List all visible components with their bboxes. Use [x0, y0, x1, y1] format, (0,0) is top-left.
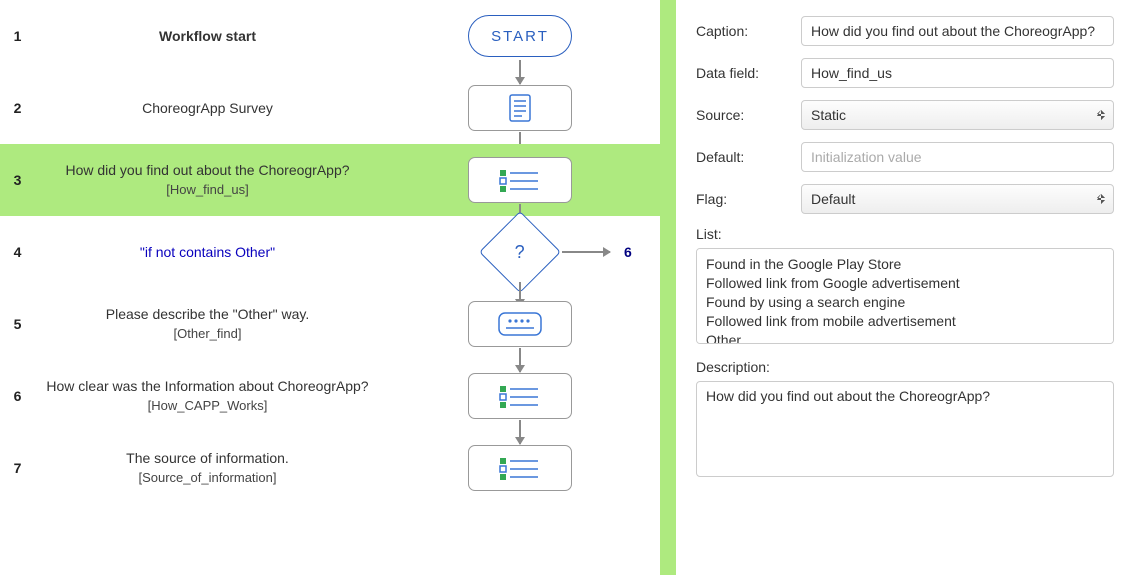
flow-row[interactable]: 4"if not contains Other"6? — [0, 216, 660, 288]
text-input-icon — [498, 312, 542, 336]
node-column — [380, 85, 660, 131]
row-number: 6 — [0, 388, 35, 404]
node-column — [380, 157, 660, 203]
row-number: 4 — [0, 244, 35, 260]
data-field-input[interactable] — [801, 58, 1114, 88]
flag-select[interactable]: Default — [801, 184, 1114, 214]
default-input[interactable] — [801, 142, 1114, 172]
decision-node[interactable]: ? — [479, 211, 561, 293]
list-icon — [498, 384, 542, 408]
flow-row[interactable]: 5Please describe the "Other" way.[Other_… — [0, 288, 660, 360]
source-select[interactable]: Static — [801, 100, 1114, 130]
row-number: 3 — [0, 172, 35, 188]
default-label: Default: — [696, 149, 801, 165]
list-node[interactable] — [468, 445, 572, 491]
list-icon — [498, 168, 542, 192]
row-label: "if not contains Other" — [35, 243, 380, 262]
row-label: How clear was the Information about Chor… — [35, 377, 380, 415]
text-node[interactable] — [468, 301, 572, 347]
list-node[interactable] — [468, 373, 572, 419]
list-icon — [498, 456, 542, 480]
caption-label: Caption: — [696, 23, 801, 39]
row-label: ChoreogrApp Survey — [35, 99, 380, 118]
flow-row[interactable]: 7The source of information.[Source_of_in… — [0, 432, 660, 504]
node-column — [380, 445, 660, 491]
list-textarea[interactable] — [696, 248, 1114, 344]
caption-input[interactable] — [801, 16, 1114, 46]
workflow-canvas: 1Workflow startSTART2ChoreogrApp Survey3… — [0, 0, 660, 575]
row-label: The source of information.[Source_of_inf… — [35, 449, 380, 487]
description-label: Description: — [696, 359, 1114, 375]
jump-target-label: 6 — [624, 244, 632, 260]
node-column: START — [380, 15, 660, 57]
row-number: 7 — [0, 460, 35, 476]
start-node[interactable]: START — [468, 15, 572, 57]
row-number: 2 — [0, 100, 35, 116]
row-label: Please describe the "Other" way.[Other_f… — [35, 305, 380, 343]
flow-row[interactable]: 2ChoreogrApp Survey — [0, 72, 660, 144]
flow-row[interactable]: 6How clear was the Information about Cho… — [0, 360, 660, 432]
doc-node[interactable] — [468, 85, 572, 131]
description-textarea[interactable] — [696, 381, 1114, 477]
list-label: List: — [696, 226, 1114, 242]
node-column: 6? — [380, 223, 660, 281]
pane-divider — [660, 0, 676, 575]
data-field-label: Data field: — [696, 65, 801, 81]
flow-row[interactable]: 1Workflow start START — [0, 0, 660, 72]
row-number: 1 — [0, 28, 35, 44]
row-label: How did you find out about the ChoreogrA… — [35, 161, 380, 199]
source-label: Source: — [696, 107, 801, 123]
row-label: Workflow start — [35, 27, 380, 46]
node-column — [380, 373, 660, 419]
connector-right — [562, 251, 610, 253]
node-column — [380, 301, 660, 347]
list-node[interactable] — [468, 157, 572, 203]
row-number: 5 — [0, 316, 35, 332]
properties-panel: Caption: Data field: Source: Static Defa… — [676, 0, 1134, 575]
flow-row[interactable]: 3How did you find out about the Choreogr… — [0, 144, 660, 216]
document-icon — [506, 93, 534, 123]
flag-label: Flag: — [696, 191, 801, 207]
